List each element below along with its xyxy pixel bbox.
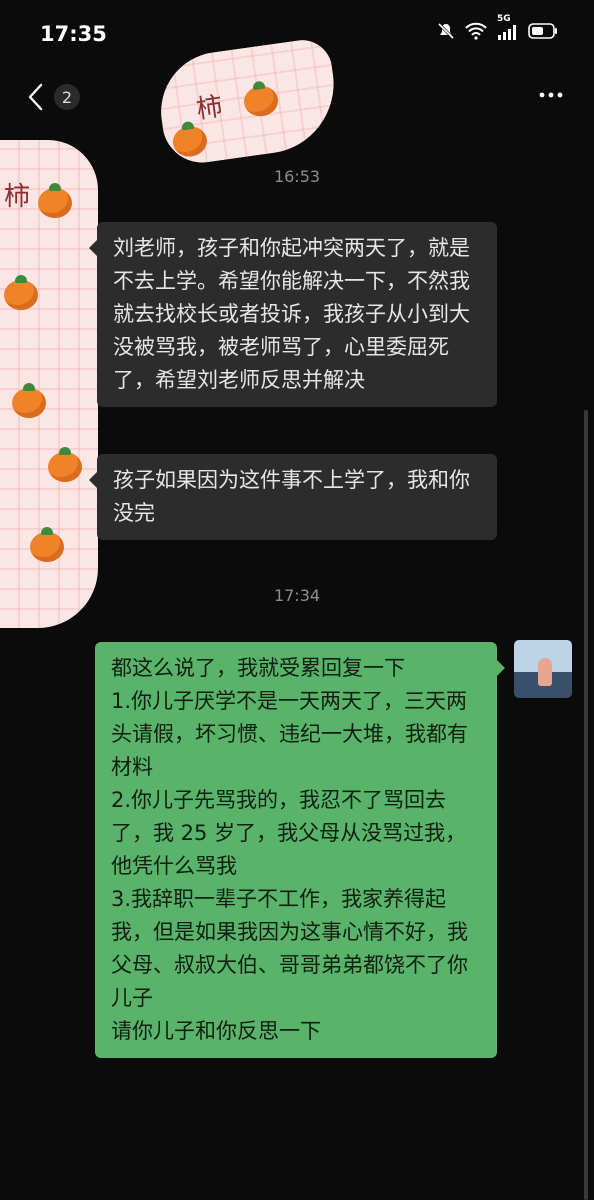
incoming-message[interactable]: 刘老师，孩子和你起冲突两天了，就是不去上学。希望你能解决一下，不然我就去找校长或…	[89, 222, 497, 407]
persimmon-icon	[30, 527, 64, 562]
timestamp: 16:53	[273, 167, 321, 186]
more-icon	[539, 92, 563, 98]
cellular-icon: 5G	[497, 14, 519, 44]
status-time: 17:35	[40, 22, 107, 46]
status-icons: 5G	[437, 14, 558, 44]
persimmon-icon	[38, 183, 72, 218]
persimmon-icon	[4, 275, 38, 310]
persimmon-icon	[171, 124, 209, 159]
timestamp: 17:34	[273, 586, 321, 605]
outgoing-message[interactable]: 都这么说了，我就受累回复一下 1.你儿子厌学不是一天两天了，三天两头请假，坏习惯…	[95, 642, 505, 1058]
sticker-text: 柿	[194, 91, 225, 126]
more-options-button[interactable]	[536, 78, 566, 114]
sticker-overlay-left: 柿	[0, 140, 98, 628]
wifi-icon	[464, 22, 488, 44]
battery-icon	[528, 22, 558, 44]
mute-icon	[437, 22, 455, 44]
incoming-message[interactable]: 孩子如果因为这件事不上学了，我和你没完	[89, 454, 497, 540]
persimmon-icon	[48, 447, 82, 482]
avatar-figure	[538, 658, 552, 686]
persimmon-icon	[242, 83, 280, 119]
network-label: 5G	[497, 13, 511, 24]
persimmon-icon	[12, 383, 46, 418]
avatar[interactable]	[514, 640, 572, 698]
scrollbar[interactable]	[584, 410, 588, 1200]
